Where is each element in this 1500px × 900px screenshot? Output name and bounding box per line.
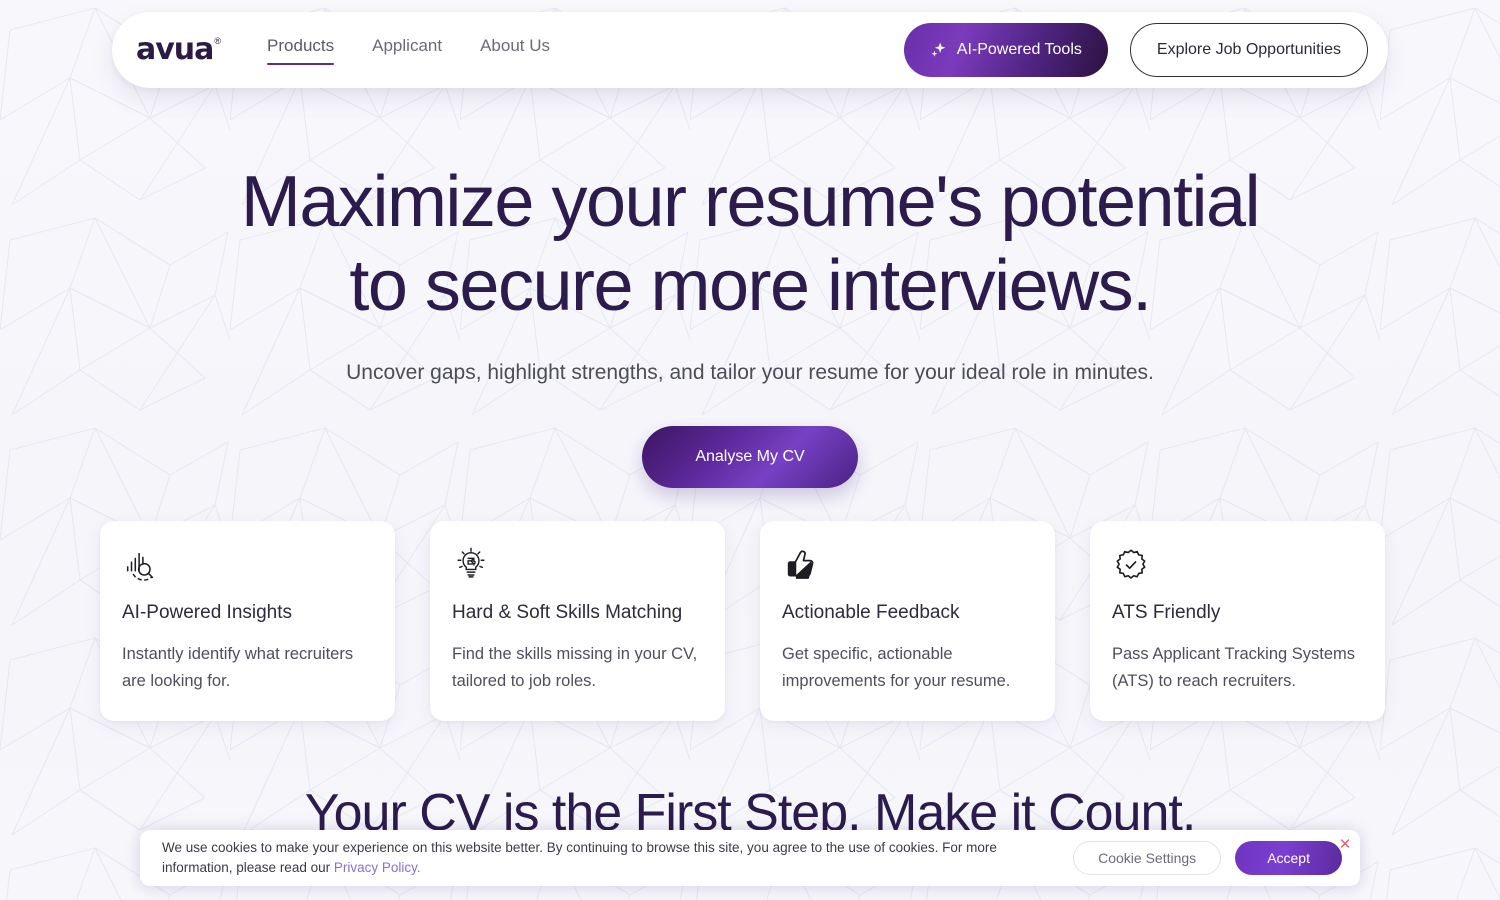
cookie-settings-button[interactable]: Cookie Settings: [1073, 841, 1222, 875]
hero-subtitle: Uncover gaps, highlight strengths, and t…: [346, 361, 1154, 384]
site-header: avua ® Products Applicant About Us AI-Po…: [112, 12, 1388, 88]
page-title: Maximize your resume's potential to secu…: [0, 160, 1500, 328]
cookie-banner: We use cookies to make your experience o…: [140, 830, 1360, 886]
page-root: avua ® Products Applicant About Us AI-Po…: [0, 0, 1500, 900]
feature-card-description: Get specific, actionable improvements fo…: [782, 645, 1011, 690]
feature-card-title: ATS Friendly: [1112, 602, 1221, 623]
logo-text: avua: [136, 32, 214, 67]
verified-badge-icon: [1112, 545, 1363, 585]
feature-card-actionable-feedback[interactable]: Actionable Feedback Get specific, action…: [760, 521, 1055, 721]
main-nav: Products Applicant About Us: [267, 36, 904, 65]
nav-item-applicant[interactable]: Applicant: [372, 36, 442, 65]
nav-item-products[interactable]: Products: [267, 36, 335, 65]
hero-title-line-2: to secure more interviews.: [349, 246, 1152, 326]
logo-trademark-icon: ®: [214, 36, 222, 46]
thumbs-up-icon: [782, 545, 1033, 585]
ai-powered-tools-button[interactable]: AI-Powered Tools: [903, 23, 1108, 77]
cookie-accept-button[interactable]: Accept: [1235, 841, 1342, 875]
feature-card-ai-powered-insights[interactable]: AI-Powered Insights Instantly identify w…: [100, 521, 395, 721]
header-bar: avua ® Products Applicant About Us AI-Po…: [112, 12, 1388, 88]
explore-jobs-button[interactable]: Explore Job Opportunities: [1129, 23, 1368, 77]
privacy-policy-link[interactable]: Privacy Policy.: [334, 860, 421, 875]
feature-card-skills-matching[interactable]: Hard & Soft Skills Matching Find the ski…: [430, 521, 725, 721]
feature-card-title: Hard & Soft Skills Matching: [452, 602, 683, 623]
feature-card-description: Instantly identify what recruiters are l…: [122, 645, 354, 690]
logo[interactable]: avua ®: [136, 35, 221, 65]
hero-section: Maximize your resume's potential to secu…: [0, 160, 1500, 488]
feature-card-title: Actionable Feedback: [782, 602, 960, 623]
feature-card-ats-friendly[interactable]: ATS Friendly Pass Applicant Tracking Sys…: [1090, 521, 1385, 721]
cookie-banner-text: We use cookies to make your experience o…: [162, 838, 1073, 878]
hero-title-line-1: Maximize your resume's potential: [240, 162, 1261, 242]
ai-powered-tools-label: AI-Powered Tools: [956, 41, 1082, 58]
feature-cards: AI-Powered Insights Instantly identify w…: [100, 521, 1400, 721]
bar-chart-search-icon: [122, 545, 373, 585]
cookie-banner-message: We use cookies to make your experience o…: [162, 840, 997, 875]
nav-item-about-us[interactable]: About Us: [480, 36, 550, 65]
close-icon[interactable]: ✕: [1336, 835, 1354, 853]
analyse-my-cv-button[interactable]: Analyse My CV: [642, 426, 858, 488]
sparkles-icon: [930, 41, 948, 59]
lightbulb-puzzle-icon: [452, 545, 703, 585]
feature-card-title: AI-Powered Insights: [122, 602, 293, 623]
feature-card-description: Find the skills missing in your CV, tail…: [452, 645, 698, 690]
feature-card-description: Pass Applicant Tracking Systems (ATS) to…: [1112, 645, 1356, 690]
